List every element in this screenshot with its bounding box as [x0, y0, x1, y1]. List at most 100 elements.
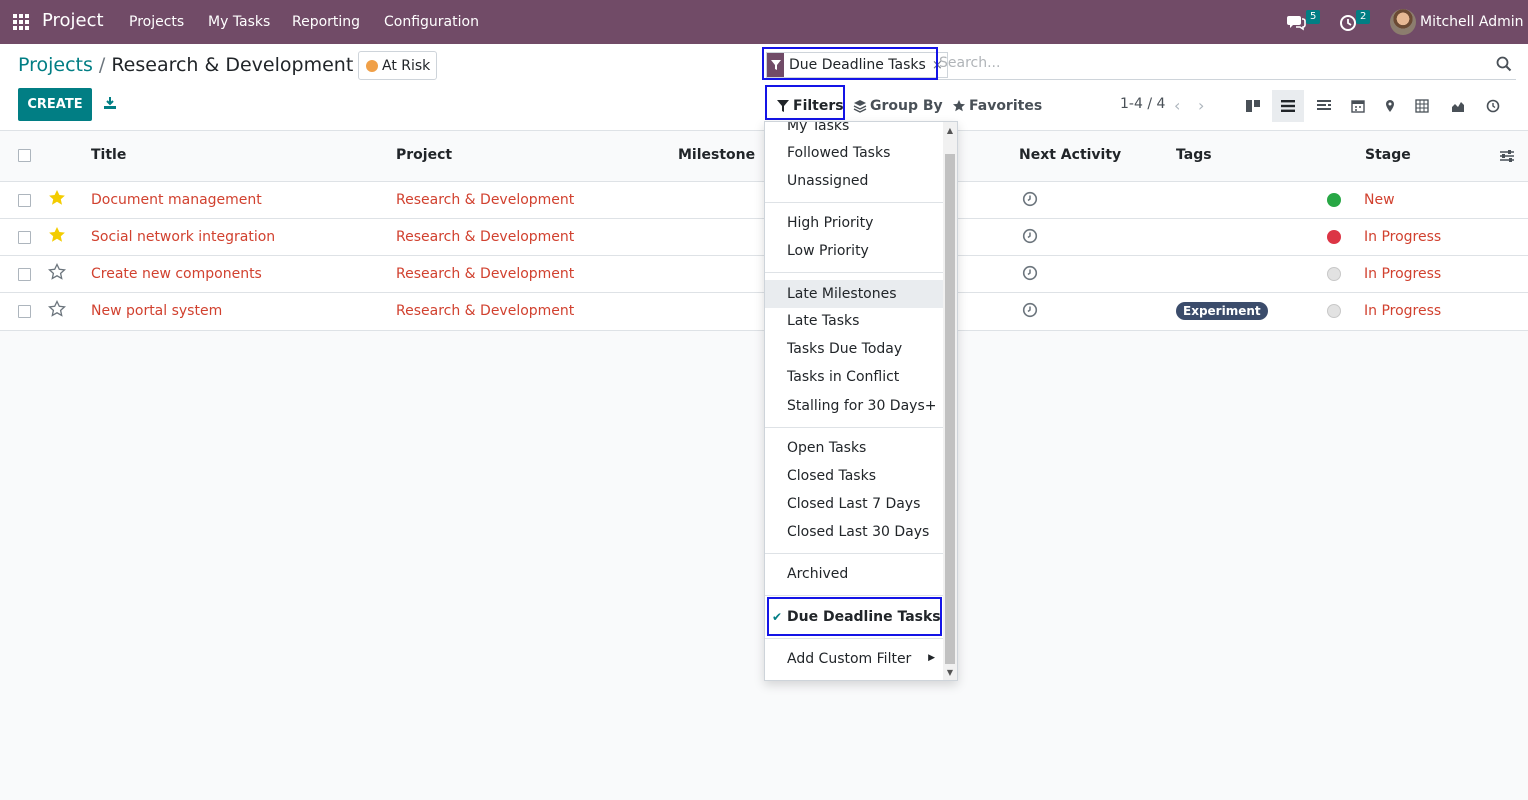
row-checkbox[interactable]: [18, 231, 31, 244]
column-stage[interactable]: Stage: [1365, 147, 1411, 163]
filter-high-priority[interactable]: High Priority: [765, 210, 943, 236]
dropdown-scrollbar[interactable]: ▲ ▼: [943, 122, 957, 680]
map-view-icon[interactable]: [1374, 90, 1406, 122]
activity-clock-icon[interactable]: [1022, 265, 1038, 281]
group-by-button[interactable]: Group By: [853, 96, 943, 116]
breadcrumb: Projects / Research & Development: [18, 54, 353, 76]
activity-clock-icon[interactable]: [1022, 191, 1038, 207]
task-title[interactable]: Social network integration: [91, 229, 275, 245]
task-stage: In Progress: [1364, 303, 1442, 319]
filter-open-tasks[interactable]: Open Tasks: [765, 435, 943, 461]
menu-divider: [765, 638, 943, 639]
kanban-state-green[interactable]: [1327, 193, 1341, 207]
list-view-icon[interactable]: [1272, 90, 1304, 122]
filters-button-highlight: [765, 85, 845, 120]
download-icon[interactable]: [103, 96, 117, 110]
kanban-state-red[interactable]: [1327, 230, 1341, 244]
pivot-view-icon[interactable]: [1406, 90, 1438, 122]
activity-list-view-icon[interactable]: [1308, 90, 1340, 122]
filter-followed-tasks[interactable]: Followed Tasks: [765, 140, 943, 166]
graph-view-icon[interactable]: [1442, 90, 1474, 122]
optional-columns-icon[interactable]: [1499, 148, 1515, 164]
breadcrumb-projects-link[interactable]: Projects: [18, 54, 93, 76]
filter-closed-last-30-days[interactable]: Closed Last 30 Days: [765, 519, 943, 545]
search-input[interactable]: [939, 55, 1479, 71]
task-stage: New: [1364, 192, 1395, 208]
group-by-label: Group By: [870, 98, 943, 114]
pager-next-icon[interactable]: ›: [1198, 96, 1204, 115]
due-deadline-filter-highlight: [767, 597, 942, 636]
filter-closed-tasks[interactable]: Closed Tasks: [765, 463, 943, 489]
task-stage: In Progress: [1364, 229, 1442, 245]
menu-divider: [765, 272, 943, 273]
filter-my-tasks[interactable]: My Tasks: [765, 122, 943, 139]
row-checkbox[interactable]: [18, 305, 31, 318]
task-project: Research & Development: [396, 229, 575, 245]
filter-late-tasks[interactable]: Late Tasks: [765, 308, 943, 334]
column-next-activity[interactable]: Next Activity: [1019, 147, 1121, 163]
priority-star-icon[interactable]: [48, 189, 66, 207]
column-milestone[interactable]: Milestone: [678, 147, 755, 163]
add-custom-filter[interactable]: Add Custom Filter ▶: [765, 646, 943, 672]
menu-projects[interactable]: Projects: [129, 14, 184, 30]
select-all-checkbox[interactable]: [18, 149, 31, 162]
filter-late-milestones[interactable]: Late Milestones: [765, 280, 943, 308]
task-title[interactable]: Document management: [91, 192, 262, 208]
pager-value[interactable]: 1-4 / 4: [1120, 96, 1165, 112]
search-icon[interactable]: [1496, 56, 1512, 72]
column-project[interactable]: Project: [396, 147, 452, 163]
pager-previous-icon[interactable]: ‹: [1174, 96, 1180, 115]
task-title[interactable]: New portal system: [91, 303, 222, 319]
scroll-down-arrow-icon[interactable]: ▼: [947, 668, 953, 677]
column-tags[interactable]: Tags: [1176, 147, 1212, 163]
filter-stalling-30-days[interactable]: Stalling for 30 Days+: [765, 393, 943, 419]
priority-star-outline-icon[interactable]: [48, 263, 66, 281]
menu-divider: [765, 427, 943, 428]
row-checkbox[interactable]: [18, 268, 31, 281]
filter-tasks-due-today[interactable]: Tasks Due Today: [765, 336, 943, 362]
tag-badge: Experiment: [1176, 302, 1268, 320]
activities-clock-icon[interactable]: [1338, 12, 1358, 32]
star-icon: [953, 100, 965, 112]
activity-clock-icon[interactable]: [1022, 228, 1038, 244]
activity-view-icon[interactable]: [1477, 90, 1509, 122]
column-title[interactable]: Title: [91, 147, 126, 163]
user-avatar[interactable]: [1390, 9, 1416, 35]
project-status-button[interactable]: At Risk: [358, 51, 437, 80]
create-button[interactable]: CREATE: [18, 88, 92, 121]
search-facet-highlight: [762, 47, 938, 80]
menu-divider: [765, 595, 943, 596]
scroll-up-arrow-icon[interactable]: ▲: [947, 126, 953, 135]
breadcrumb-separator: /: [98, 54, 106, 76]
row-checkbox[interactable]: [18, 194, 31, 207]
add-custom-filter-label: Add Custom Filter: [787, 651, 912, 667]
filter-closed-last-7-days[interactable]: Closed Last 7 Days: [765, 491, 943, 517]
kanban-state-grey[interactable]: [1327, 304, 1341, 318]
priority-star-outline-icon[interactable]: [48, 300, 66, 318]
filter-unassigned[interactable]: Unassigned: [765, 168, 943, 194]
priority-star-icon[interactable]: [48, 226, 66, 244]
kanban-state-grey[interactable]: [1327, 267, 1341, 281]
menu-reporting[interactable]: Reporting: [292, 14, 360, 30]
filter-archived[interactable]: Archived: [765, 561, 943, 587]
menu-divider: [765, 202, 943, 203]
kanban-view-icon[interactable]: [1237, 90, 1269, 122]
task-project: Research & Development: [396, 266, 575, 282]
breadcrumb-current: Research & Development: [111, 54, 354, 76]
app-brand[interactable]: Project: [42, 10, 104, 31]
apps-menu-icon[interactable]: [13, 14, 29, 30]
user-menu-name[interactable]: Mitchell Admin: [1420, 14, 1524, 30]
project-status-label: At Risk: [382, 57, 431, 74]
menu-my-tasks[interactable]: My Tasks: [208, 14, 270, 30]
top-navbar: Project Projects My Tasks Reporting Conf…: [0, 0, 1528, 44]
messages-icon[interactable]: [1287, 12, 1307, 32]
filter-low-priority[interactable]: Low Priority: [765, 238, 943, 264]
menu-configuration[interactable]: Configuration: [384, 14, 479, 30]
favorites-button[interactable]: Favorites: [952, 96, 1042, 116]
activity-clock-icon[interactable]: [1022, 302, 1038, 318]
task-project: Research & Development: [396, 303, 575, 319]
task-title[interactable]: Create new components: [91, 266, 262, 282]
filter-tasks-in-conflict[interactable]: Tasks in Conflict: [765, 364, 943, 390]
scrollbar-thumb[interactable]: [945, 154, 955, 664]
calendar-view-icon[interactable]: [1342, 90, 1374, 122]
